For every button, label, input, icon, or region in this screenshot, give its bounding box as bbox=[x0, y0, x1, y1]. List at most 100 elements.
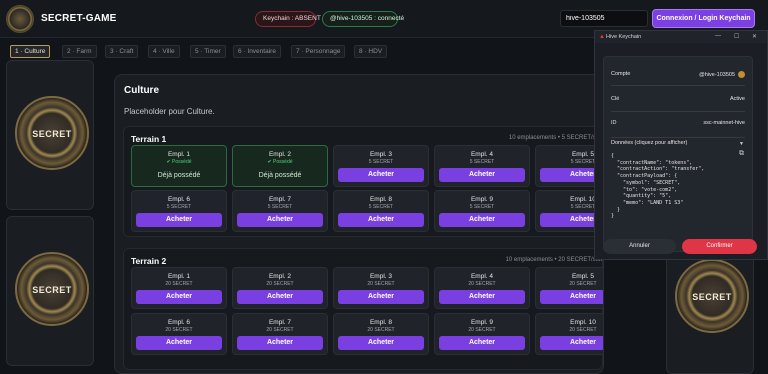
buy-button[interactable]: Acheter bbox=[540, 336, 603, 350]
land-slot: Empl. 1 ✔ Possédé Déjà possédé bbox=[131, 145, 227, 187]
land-slot: Empl. 3 20 SECRET Acheter bbox=[333, 267, 429, 309]
tab-personnage[interactable]: 7 · Personnage bbox=[291, 45, 346, 58]
placeholder-text: Placeholder pour Culture. bbox=[124, 107, 215, 116]
cancel-button[interactable]: Annuler bbox=[603, 239, 676, 254]
land-slot: Empl. 45 SECRET Acheter bbox=[434, 145, 530, 187]
land-slot: Empl. 75 SECRET Acheter bbox=[232, 190, 328, 232]
coin-label: SECRET bbox=[32, 285, 72, 295]
culture-main-panel: Culture Placeholder pour Culture. Terrai… bbox=[114, 74, 604, 374]
slot-name: Empl. 7 bbox=[268, 319, 292, 326]
maximize-icon[interactable]: ☐ bbox=[734, 33, 739, 40]
caret-down-icon[interactable]: ▼ bbox=[739, 141, 744, 147]
tab-hdv[interactable]: 8 · HDV bbox=[354, 45, 388, 58]
id-row: ID ssc-mainnet-hive bbox=[604, 114, 752, 132]
slot-price: 20 SECRET bbox=[165, 327, 193, 333]
right-panel: SECRET bbox=[666, 250, 754, 374]
terrain-meta: 10 emplacements • 20 SECRET/slot bbox=[505, 257, 602, 263]
land-slot: Empl. 2 20 SECRET Acheter bbox=[232, 267, 328, 309]
divider bbox=[611, 111, 745, 112]
buy-button[interactable]: Acheter bbox=[338, 336, 424, 350]
already-owned-label: Déjà possédé bbox=[258, 172, 302, 179]
divider bbox=[611, 137, 745, 138]
copy-icon[interactable]: ⧉ bbox=[739, 150, 744, 158]
buy-button[interactable]: Acheter bbox=[439, 336, 525, 350]
buy-button[interactable]: Acheter bbox=[338, 213, 424, 227]
land-slot: Empl. 1 20 SECRET Acheter bbox=[131, 267, 227, 309]
buy-button[interactable]: Acheter bbox=[439, 168, 525, 182]
data-toggle[interactable]: Données (cliquez pour afficher) bbox=[611, 140, 687, 146]
land-slot: Empl. 10 20 SECRET Acheter bbox=[535, 313, 603, 355]
slot-price: 20 SECRET bbox=[165, 281, 193, 287]
land-slot: Empl. 95 SECRET Acheter bbox=[434, 190, 530, 232]
window-titlebar: ▲ Hive Keychain — ☐ ✕ bbox=[595, 31, 767, 43]
slot-price: 5 SECRET bbox=[267, 204, 293, 210]
slot-price: 20 SECRET bbox=[468, 327, 496, 333]
buy-button[interactable]: Acheter bbox=[338, 168, 424, 182]
buy-button[interactable]: Acheter bbox=[136, 336, 222, 350]
slot-price: 5 SECRET bbox=[469, 159, 495, 165]
buy-button[interactable]: Acheter bbox=[237, 213, 323, 227]
slot-name: Empl. 8 bbox=[369, 319, 393, 326]
land-slot: Empl. 9 20 SECRET Acheter bbox=[434, 313, 530, 355]
key-row: Clé Active bbox=[604, 90, 752, 108]
tab-ville[interactable]: 4 · Ville bbox=[148, 45, 180, 58]
tab-craft[interactable]: 3 · Craft bbox=[105, 45, 139, 58]
buy-button[interactable]: Acheter bbox=[439, 290, 525, 304]
hive-keychain-window: ▲ Hive Keychain — ☐ ✕ Compte @hive-10350… bbox=[594, 30, 768, 260]
buy-button[interactable]: Acheter bbox=[338, 290, 424, 304]
tab-inventaire[interactable]: 6 · Inventaire bbox=[233, 45, 281, 58]
land-slot: Empl. 65 SECRET Acheter bbox=[131, 190, 227, 232]
slot-price: 20 SECRET bbox=[266, 327, 294, 333]
terrain-title: Terrain 1 bbox=[131, 134, 167, 144]
transaction-json: { "contractName": "tokens", "contractAct… bbox=[611, 153, 705, 220]
slot-name: Empl. 4 bbox=[470, 151, 494, 158]
slot-name: Empl. 2 bbox=[268, 273, 292, 280]
key-label: Clé bbox=[611, 96, 620, 102]
username-input[interactable] bbox=[560, 10, 648, 27]
left-panel-bottom: SECRET bbox=[6, 216, 94, 366]
login-keychain-button[interactable]: Connexion / Login Keychain bbox=[652, 9, 755, 28]
slot-name: Empl. 10 bbox=[570, 319, 596, 326]
app-title: SECRET-GAME bbox=[41, 13, 117, 24]
avatar bbox=[738, 71, 745, 78]
buy-button[interactable]: Acheter bbox=[439, 213, 525, 227]
land-slot: Empl. 35 SECRET Acheter bbox=[333, 145, 429, 187]
buy-button[interactable]: Acheter bbox=[136, 290, 222, 304]
slot-price: 20 SECRET bbox=[569, 327, 597, 333]
buy-button[interactable]: Acheter bbox=[237, 336, 323, 350]
buy-button[interactable]: Acheter bbox=[237, 290, 323, 304]
land-slot: Empl. 8 20 SECRET Acheter bbox=[333, 313, 429, 355]
land-slot: Empl. 7 20 SECRET Acheter bbox=[232, 313, 328, 355]
already-owned-label: Déjà possédé bbox=[157, 172, 201, 179]
keychain-status-badge: Keychain : ABSENT bbox=[255, 11, 321, 27]
tab-culture[interactable]: 1 · Culture bbox=[10, 45, 51, 58]
account-label: Compte bbox=[611, 71, 631, 77]
tab-farm[interactable]: 2 · Farm bbox=[62, 45, 97, 58]
slot-price: 5 SECRET bbox=[166, 204, 192, 210]
owned-indicator: ✔ Possédé bbox=[267, 159, 293, 165]
confirm-button[interactable]: Confirmer bbox=[682, 239, 757, 254]
minimize-icon[interactable]: — bbox=[715, 33, 721, 39]
land-slot: Empl. 6 20 SECRET Acheter bbox=[131, 313, 227, 355]
account-row: Compte @hive-103505 bbox=[604, 65, 752, 83]
coin-label: SECRET bbox=[692, 292, 732, 302]
slot-price: 20 SECRET bbox=[569, 281, 597, 287]
terrain-section: Terrain 2 10 emplacements • 20 SECRET/sl… bbox=[123, 248, 603, 370]
slot-name: Empl. 7 bbox=[268, 196, 292, 203]
land-slot: Empl. 5 20 SECRET Acheter bbox=[535, 267, 603, 309]
slot-price: 5 SECRET bbox=[368, 159, 394, 165]
buy-button[interactable]: Acheter bbox=[540, 290, 603, 304]
slot-name: Empl. 1 bbox=[167, 273, 191, 280]
slot-name: Empl. 6 bbox=[167, 319, 191, 326]
secret-coin-image: SECRET bbox=[15, 96, 89, 170]
id-value: ssc-mainnet-hive bbox=[703, 120, 745, 126]
buy-button[interactable]: Acheter bbox=[136, 213, 222, 227]
close-icon[interactable]: ✕ bbox=[752, 33, 757, 40]
key-value: Active bbox=[730, 96, 745, 102]
game-logo bbox=[6, 5, 34, 33]
tab-timer[interactable]: 5 · Timer bbox=[190, 45, 226, 58]
left-panel-top: SECRET bbox=[6, 60, 94, 210]
terrain-section: Terrain 1 10 emplacements • 5 SECRET/slo… bbox=[123, 126, 603, 237]
land-slot: Empl. 4 20 SECRET Acheter bbox=[434, 267, 530, 309]
slot-name: Empl. 4 bbox=[470, 273, 494, 280]
